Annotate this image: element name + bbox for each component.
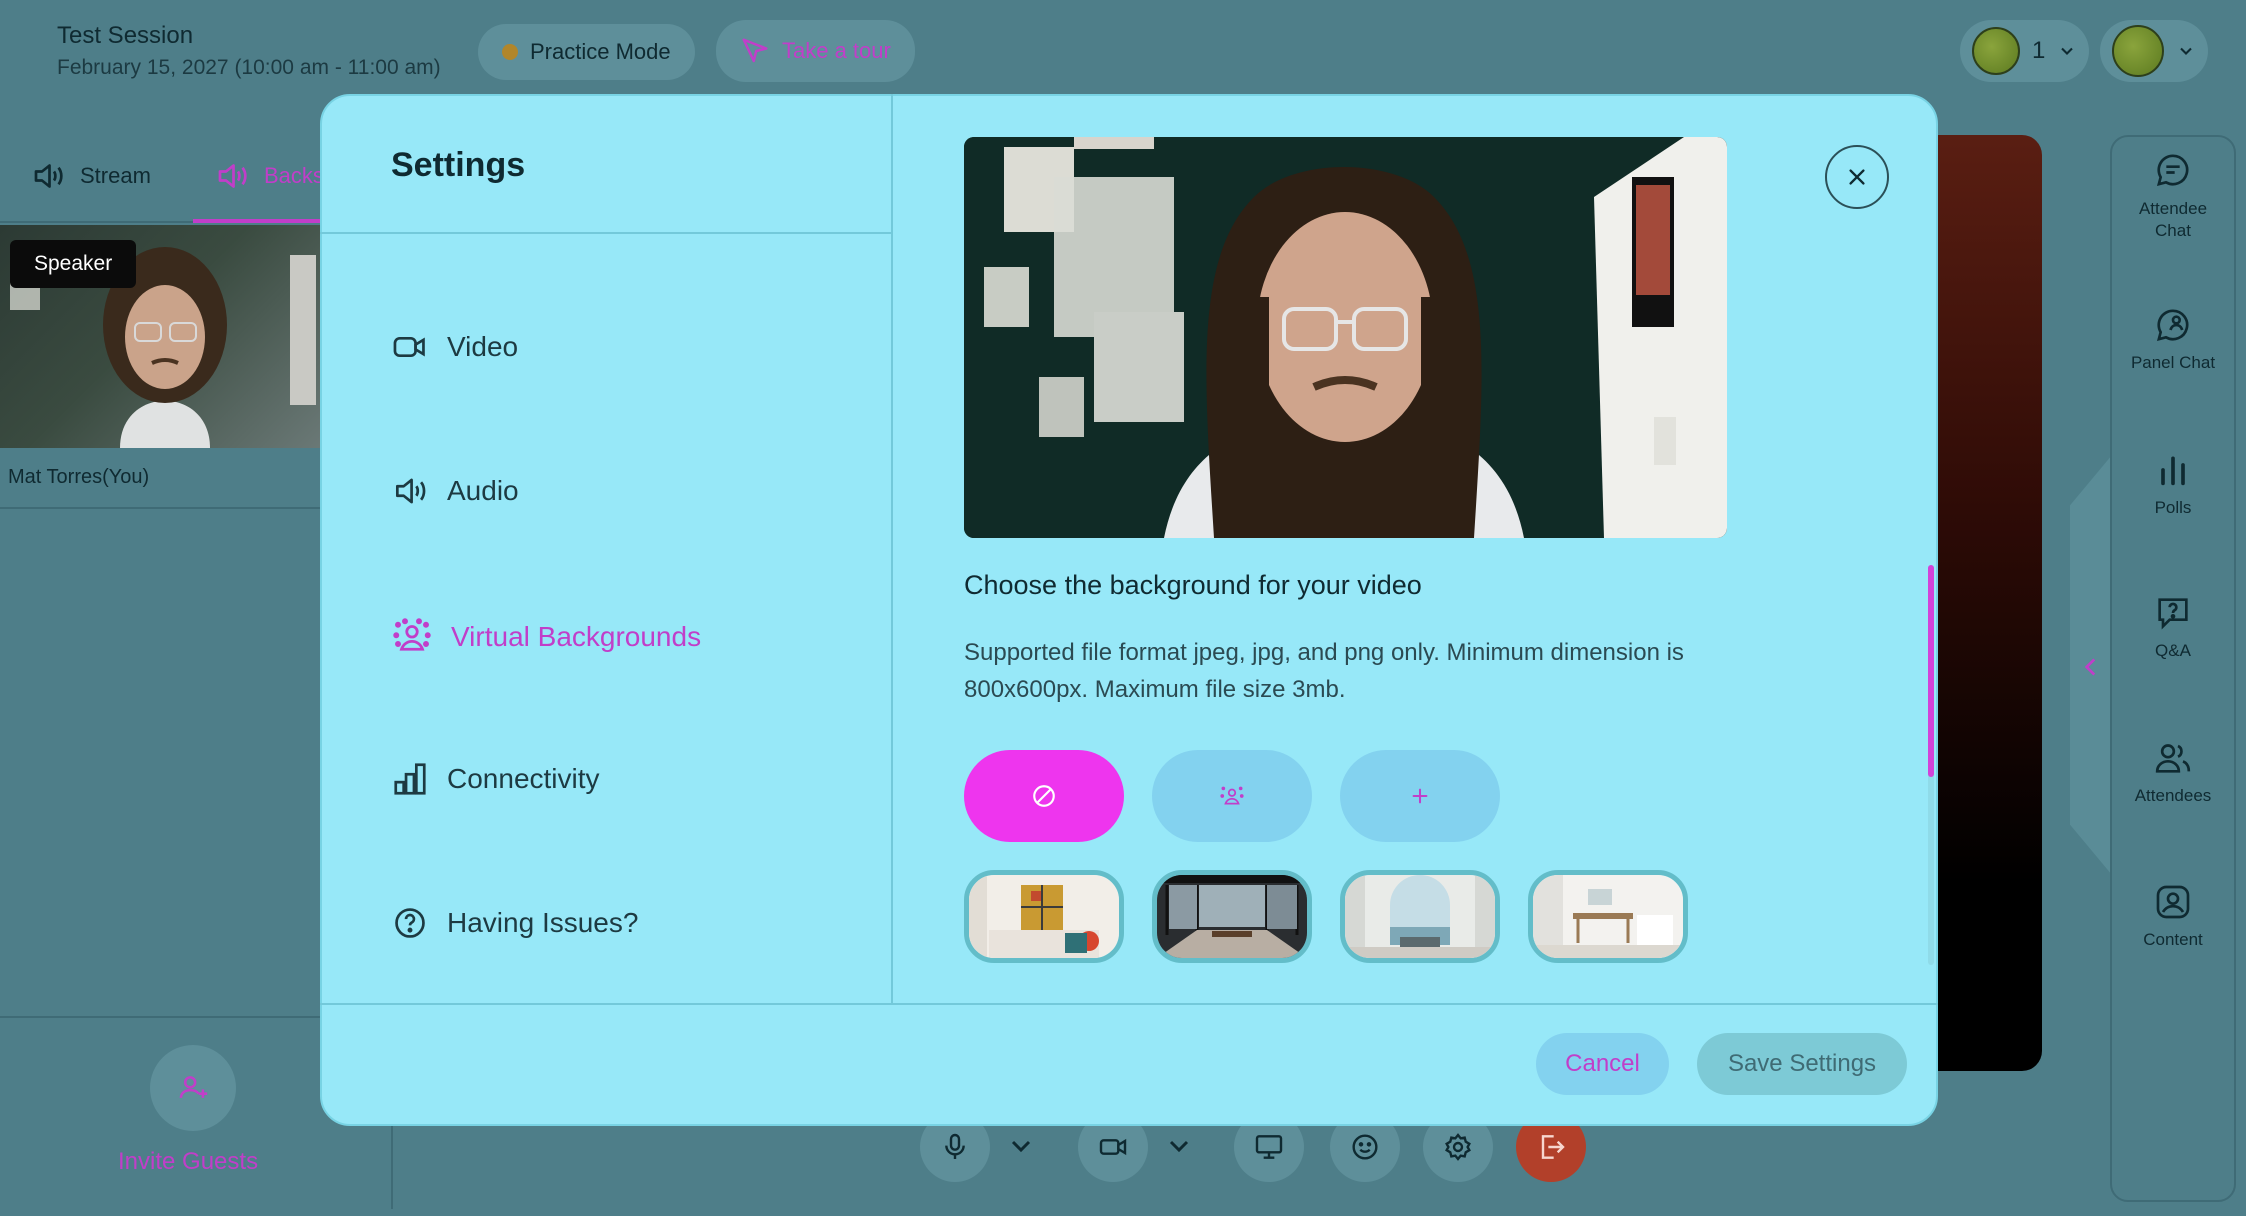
settings-nav-having-issues-label: Having Issues? (447, 907, 639, 938)
divider (0, 507, 330, 509)
invite-guests-button[interactable] (150, 1045, 236, 1131)
settings-nav-having-issues[interactable]: Having Issues? (391, 904, 638, 942)
participants-count: 1 (2032, 37, 2046, 64)
settings-scrollbar-thumb[interactable] (1928, 565, 1934, 777)
speaker-badge: Speaker (10, 240, 137, 288)
tab-stream[interactable]: Stream (30, 158, 151, 194)
bg-option-add[interactable] (1340, 750, 1500, 842)
users-icon (2153, 738, 2193, 778)
settings-nav-audio-label: Audio (447, 475, 519, 506)
smiley-icon (1349, 1131, 1381, 1163)
divider (320, 232, 892, 234)
rail-attendees-label: Attendees (2134, 786, 2212, 805)
bg-thumbnail[interactable] (1152, 870, 1312, 963)
virtual-background-icon (391, 616, 433, 658)
save-settings-button[interactable]: Save Settings (1697, 1033, 1907, 1095)
signal-bars-icon (391, 760, 429, 798)
panel-chat-icon (2153, 305, 2193, 345)
close-modal-button[interactable] (1825, 145, 1889, 209)
rail-attendees[interactable]: Attendees (2110, 738, 2236, 806)
question-bubble-icon (2153, 593, 2193, 633)
video-camera-icon (391, 328, 429, 366)
settings-nav-video[interactable]: Video (391, 328, 518, 366)
speaker-icon (391, 472, 429, 510)
self-participant-name: Mat Torres(You) (8, 466, 150, 488)
exit-icon (1535, 1131, 1567, 1163)
settings-nav-connectivity-label: Connectivity (447, 763, 600, 794)
rail-panel-chat[interactable]: Panel Chat (2110, 305, 2236, 373)
chevron-down-icon (2057, 41, 2077, 61)
bg-option-none[interactable] (964, 750, 1124, 842)
chevron-down-icon (2176, 41, 2196, 61)
avatar (1972, 27, 2020, 75)
settings-nav-connectivity[interactable]: Connectivity (391, 760, 600, 798)
tab-stream-label: Stream (80, 163, 151, 188)
choose-background-heading: Choose the background for your video (964, 570, 1422, 600)
supported-format-text: Supported file format jpeg, jpg, and png… (964, 639, 1684, 703)
session-title: Test Session (57, 22, 194, 49)
rail-attendee-chat[interactable]: Attendee Chat (2110, 150, 2236, 242)
right-rail (2110, 135, 2236, 1202)
profile-dropdown[interactable] (2100, 20, 2208, 82)
rail-polls[interactable]: Polls (2110, 450, 2236, 518)
participants-dropdown[interactable]: 1 (1960, 20, 2090, 82)
rail-content-label: Content (2143, 930, 2203, 949)
bg-option-blur[interactable] (1152, 750, 1312, 842)
divider (891, 94, 893, 1004)
invite-guests-label[interactable]: Invite Guests (118, 1148, 258, 1176)
camera-options-chevron-down-icon[interactable] (1163, 1130, 1195, 1162)
bar-chart-icon (2153, 450, 2193, 490)
active-tab-indicator (193, 219, 333, 223)
rail-attendee-chat-label: Attendee Chat (2138, 199, 2208, 240)
microphone-icon (939, 1131, 971, 1163)
help-circle-icon (391, 904, 429, 942)
session-date: February 15, 2027 (10:00 am - 11:00 am) (57, 56, 441, 79)
bg-thumbnail[interactable] (1340, 870, 1500, 963)
speaker-icon (30, 158, 66, 194)
blur-icon (1219, 783, 1245, 809)
settings-nav-virtual-backgrounds-label: Virtual Backgrounds (451, 621, 702, 652)
none-icon (1031, 783, 1057, 809)
rail-panel-chat-label: Panel Chat (2130, 353, 2216, 372)
video-preview (964, 137, 1727, 538)
avatar (2112, 25, 2164, 77)
tab-backstage-label: Backs (264, 163, 324, 188)
take-tour-button[interactable]: Take a tour (716, 20, 915, 82)
rail-qa[interactable]: Q&A (2110, 593, 2236, 661)
cancel-button[interactable]: Cancel (1536, 1033, 1669, 1095)
rail-content[interactable]: Content (2110, 882, 2236, 950)
add-user-icon (176, 1071, 210, 1105)
cursor-arrow-icon (740, 36, 770, 66)
settings-title: Settings (391, 146, 526, 184)
settings-nav-video-label: Video (447, 331, 519, 362)
video-camera-icon (1097, 1131, 1129, 1163)
status-dot-icon (502, 44, 518, 60)
rail-qa-label: Q&A (2155, 641, 2191, 660)
bg-thumbnail[interactable] (964, 870, 1124, 963)
bg-thumbnail[interactable] (1528, 870, 1688, 963)
practice-mode-badge: Practice Mode (478, 24, 695, 80)
chevron-left-icon[interactable] (2078, 650, 2104, 684)
close-icon (1846, 166, 1868, 188)
divider (320, 1003, 1938, 1005)
gear-icon (1442, 1131, 1474, 1163)
take-tour-label: Take a tour (782, 38, 891, 63)
content-icon (2153, 882, 2193, 922)
mic-options-chevron-down-icon[interactable] (1005, 1130, 1037, 1162)
practice-mode-label: Practice Mode (530, 39, 671, 64)
settings-nav-audio[interactable]: Audio (391, 472, 519, 510)
chat-bubble-icon (2153, 150, 2193, 190)
monitor-icon (1253, 1131, 1285, 1163)
tab-backstage[interactable]: Backs (214, 158, 324, 194)
plus-icon (1409, 785, 1431, 807)
rail-polls-label: Polls (2154, 498, 2192, 517)
settings-nav-virtual-backgrounds[interactable]: Virtual Backgrounds (391, 616, 701, 658)
speaker-icon (214, 158, 250, 194)
